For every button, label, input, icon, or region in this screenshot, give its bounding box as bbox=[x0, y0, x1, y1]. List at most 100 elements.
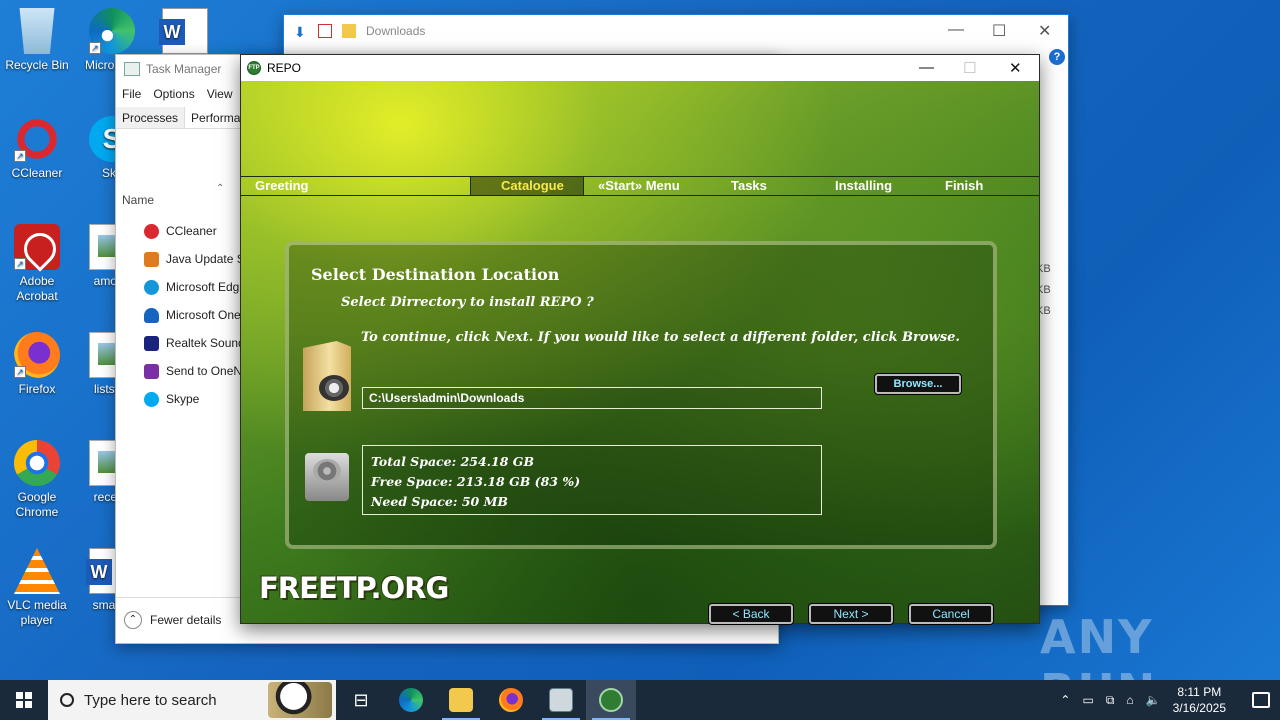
instruction-text: To continue, click Next. If you would li… bbox=[361, 330, 960, 345]
ccleaner-icon bbox=[144, 223, 159, 239]
search-placeholder: Type here to search bbox=[84, 691, 217, 709]
sort-chevron-icon[interactable]: ⌃ bbox=[216, 183, 224, 194]
maximize-icon[interactable]: ☐ bbox=[992, 21, 1006, 41]
windows-logo-icon bbox=[16, 692, 32, 708]
word-icon bbox=[159, 8, 208, 54]
chevron-up-icon: ⌃ bbox=[124, 611, 142, 629]
edge-icon bbox=[144, 279, 159, 295]
onedrive-icon bbox=[144, 307, 159, 323]
volume-icon[interactable]: 🔈 bbox=[1146, 693, 1161, 707]
need-space: Need Space: 50 MB bbox=[371, 494, 508, 509]
folder-icon bbox=[342, 24, 356, 38]
tablet-icon[interactable]: ▭ bbox=[1082, 693, 1093, 707]
menu-options[interactable]: Options bbox=[153, 87, 194, 101]
close-icon[interactable]: ✕ bbox=[1009, 59, 1022, 77]
task-manager-icon bbox=[124, 62, 140, 76]
process-list: CCleaner Java Update Sc Microsoft Edg Mi… bbox=[144, 217, 251, 413]
destination-path-input[interactable] bbox=[362, 387, 822, 409]
next-button[interactable]: Next > bbox=[809, 604, 893, 624]
taskbar-repo-installer[interactable] bbox=[586, 680, 636, 720]
freetp-logo: FREETP.ORG bbox=[259, 571, 449, 605]
disk-space-info: Total Space: 254.18 GB Free Space: 213.1… bbox=[362, 445, 822, 515]
taskbar-search[interactable]: Type here to search bbox=[48, 680, 336, 720]
firefox-icon: ↗ bbox=[14, 332, 60, 378]
desktop-icon-recycle-bin[interactable]: Recycle Bin bbox=[0, 8, 74, 73]
taskbar-task-manager[interactable] bbox=[536, 680, 586, 720]
desktop-icon-word[interactable] bbox=[148, 8, 222, 58]
list-item[interactable]: CCleaner bbox=[144, 217, 251, 245]
desktop-icon-vlc[interactable]: VLC media player bbox=[0, 548, 74, 628]
chrome-icon bbox=[14, 440, 60, 486]
taskbar: Type here to search ⊟ ⌃ ▭ ⧉ ⌂ 🔈 8:11 PM … bbox=[0, 680, 1280, 720]
ftp-app-icon bbox=[599, 688, 623, 712]
properties-icon bbox=[318, 24, 332, 38]
back-button[interactable]: < Back bbox=[709, 604, 793, 624]
list-item[interactable]: Microsoft One bbox=[144, 301, 251, 329]
minimize-icon[interactable]: — bbox=[948, 21, 964, 39]
page-subtitle: Select Dirrectory to install REPO ? bbox=[341, 295, 594, 310]
desktop-icon-chrome[interactable]: Google Chrome bbox=[0, 440, 74, 520]
menu-file[interactable]: File bbox=[122, 87, 141, 101]
start-button[interactable] bbox=[0, 680, 48, 720]
list-item[interactable]: Microsoft Edg bbox=[144, 273, 251, 301]
maximize-icon: ☐ bbox=[963, 60, 977, 77]
step-greeting: Greeting bbox=[255, 178, 309, 193]
taskbar-file-explorer[interactable] bbox=[436, 680, 486, 720]
menu-view[interactable]: View bbox=[207, 87, 233, 101]
network-icon[interactable]: ⧉ bbox=[1106, 693, 1115, 708]
help-icon[interactable]: ? bbox=[1049, 49, 1065, 65]
task-manager-icon bbox=[549, 688, 573, 712]
hard-disk-icon bbox=[305, 453, 349, 501]
java-icon bbox=[144, 251, 159, 267]
system-tray: ⌃ ▭ ⧉ ⌂ 🔈 8:11 PM 3/16/2025 bbox=[1060, 684, 1280, 716]
taskbar-edge[interactable] bbox=[386, 680, 436, 720]
onenote-icon bbox=[144, 363, 159, 379]
search-icon bbox=[60, 693, 74, 707]
close-icon[interactable]: ✕ bbox=[1038, 21, 1051, 41]
list-item[interactable]: Skype bbox=[144, 385, 251, 413]
minimize-icon[interactable]: — bbox=[919, 59, 934, 76]
folder-icon bbox=[303, 341, 351, 411]
download-arrow-icon: ⬇ bbox=[294, 24, 306, 40]
desktop-icon-acrobat[interactable]: ↗ Adobe Acrobat bbox=[0, 224, 74, 304]
total-space: Total Space: 254.18 GB bbox=[371, 454, 535, 469]
folder-icon bbox=[449, 688, 473, 712]
search-highlight-image bbox=[268, 682, 332, 718]
task-manager-title: Task Manager bbox=[146, 62, 222, 76]
list-item[interactable]: Realtek Sound bbox=[144, 329, 251, 357]
notification-icon[interactable] bbox=[1252, 692, 1270, 708]
installer-canvas: Greeting Catalogue «Start» Menu Tasks In… bbox=[241, 81, 1039, 624]
step-start-menu: «Start» Menu bbox=[598, 178, 680, 193]
taskbar-firefox[interactable] bbox=[486, 680, 536, 720]
wizard-steps: Greeting Catalogue «Start» Menu Tasks In… bbox=[241, 176, 1039, 196]
repo-installer-window[interactable]: FTP REPO — ☐ ✕ Greeting Catalogue «Start… bbox=[240, 54, 1040, 624]
fewer-details-button[interactable]: ⌃ Fewer details bbox=[124, 611, 221, 629]
edge-icon: ↗ bbox=[89, 8, 135, 54]
list-item[interactable]: Java Update Sc bbox=[144, 245, 251, 273]
task-view-icon: ⊟ bbox=[353, 689, 369, 710]
step-catalogue: Catalogue bbox=[501, 178, 564, 193]
edge-icon bbox=[399, 688, 423, 712]
recycle-bin-icon bbox=[19, 8, 55, 54]
tab-processes[interactable]: Processes bbox=[116, 107, 186, 128]
list-item[interactable]: Send to OneN bbox=[144, 357, 251, 385]
ccleaner-icon: ↗ bbox=[14, 116, 60, 162]
step-tasks: Tasks bbox=[731, 178, 767, 193]
repo-title: REPO bbox=[267, 61, 302, 75]
desktop-icon-ccleaner[interactable]: ↗ CCleaner bbox=[0, 116, 74, 181]
wifi-icon[interactable]: ⌂ bbox=[1126, 693, 1133, 707]
step-finish: Finish bbox=[945, 178, 984, 193]
acrobat-icon: ↗ bbox=[14, 224, 60, 270]
column-header-name[interactable]: Name bbox=[122, 193, 154, 207]
task-view-button[interactable]: ⊟ bbox=[336, 680, 386, 720]
chevron-up-icon[interactable]: ⌃ bbox=[1060, 693, 1070, 707]
step-installing: Installing bbox=[835, 178, 893, 193]
ftp-app-icon: FTP bbox=[247, 61, 261, 75]
free-space: Free Space: 213.18 GB (83 %) bbox=[371, 474, 581, 489]
browse-button[interactable]: Browse... bbox=[875, 374, 961, 394]
cancel-button[interactable]: Cancel bbox=[909, 604, 993, 624]
explorer-title: Downloads bbox=[366, 24, 426, 38]
firefox-icon bbox=[499, 688, 523, 712]
clock[interactable]: 8:11 PM 3/16/2025 bbox=[1173, 684, 1226, 716]
desktop-icon-firefox[interactable]: ↗ Firefox bbox=[0, 332, 74, 397]
